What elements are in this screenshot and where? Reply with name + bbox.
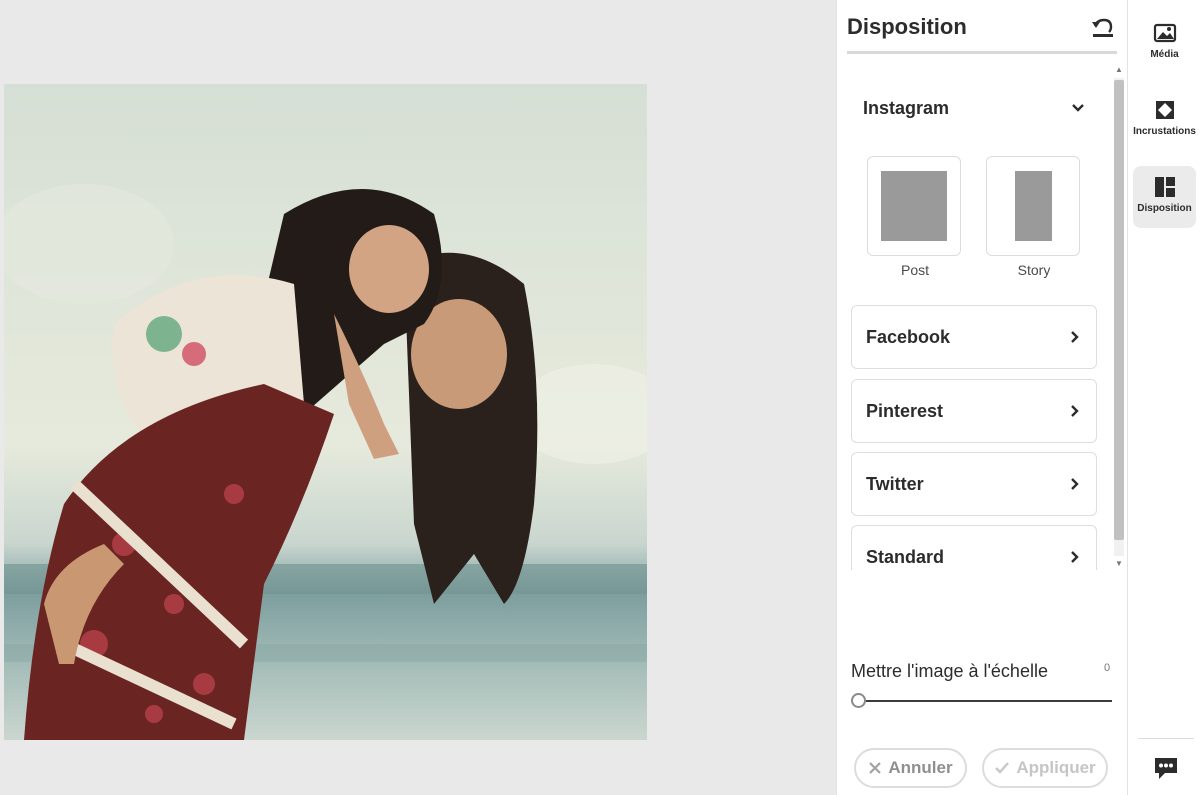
reset-icon[interactable]: [1091, 16, 1115, 40]
scale-value: 0: [1104, 662, 1111, 674]
cancel-label: Annuler: [888, 758, 953, 777]
chevron-right-icon: [1071, 551, 1079, 563]
canvas-workspace: [0, 0, 836, 795]
section-pinterest[interactable]: Pinterest: [851, 379, 1097, 443]
tool-overlays-label: Incrustations: [1133, 126, 1196, 137]
twitter-label: Twitter: [866, 473, 924, 494]
tool-media[interactable]: Média: [1133, 12, 1196, 74]
apply-button[interactable]: Appliquer: [982, 748, 1108, 788]
panel-scrollbar[interactable]: ▲ ▼: [1112, 64, 1126, 570]
tool-layout[interactable]: Disposition: [1133, 166, 1196, 228]
section-standard[interactable]: Standard: [851, 525, 1097, 570]
scroll-thumb[interactable]: [1114, 80, 1124, 540]
layout-options-list[interactable]: Instagram Post Story Facebook Pinterest …: [847, 64, 1127, 570]
apply-label: Appliquer: [1016, 758, 1096, 777]
image-icon: [1153, 23, 1176, 43]
format-post[interactable]: Post: [867, 156, 963, 286]
scroll-down-arrow[interactable]: ▼: [1114, 558, 1124, 570]
side-toolbar: Média Incrustations Disposition: [1127, 0, 1200, 795]
tool-media-label: Média: [1150, 49, 1179, 60]
tool-layout-label: Disposition: [1137, 203, 1192, 214]
check-icon: [995, 762, 1010, 774]
chevron-right-icon: [1071, 405, 1079, 417]
close-icon: [869, 762, 882, 774]
standard-label: Standard: [866, 546, 945, 567]
chevron-down-icon: [1072, 104, 1084, 112]
section-twitter[interactable]: Twitter: [851, 452, 1097, 516]
panel-title: Disposition: [847, 14, 967, 39]
toolbar-divider: [1138, 738, 1194, 739]
panel-header: Disposition: [847, 0, 1117, 54]
story-shape: [1015, 171, 1052, 241]
scale-label: Mettre l'image à l'échelle: [851, 661, 1048, 681]
post-shape: [881, 171, 947, 241]
pinterest-label: Pinterest: [866, 400, 944, 421]
post-preview: [867, 156, 961, 256]
section-facebook[interactable]: Facebook: [851, 305, 1097, 369]
chevron-right-icon: [1071, 331, 1079, 343]
photo-preview[interactable]: [4, 84, 647, 740]
instagram-formats: Post Story: [867, 156, 1087, 286]
story-preview: [986, 156, 1080, 256]
scroll-up-arrow[interactable]: ▲: [1114, 64, 1124, 76]
instagram-label: Instagram: [863, 97, 950, 118]
cancel-button[interactable]: Annuler: [854, 748, 967, 788]
format-story[interactable]: Story: [986, 156, 1082, 286]
instagram-section-header[interactable]: Instagram: [847, 78, 1101, 138]
format-post-label: Post: [900, 262, 929, 278]
tool-overlays[interactable]: Incrustations: [1133, 89, 1196, 151]
feedback-icon[interactable]: [1153, 755, 1179, 781]
chevron-right-icon: [1071, 478, 1079, 490]
overlays-icon: [1155, 101, 1174, 119]
scale-slider-thumb[interactable]: [851, 693, 866, 708]
scale-slider-track[interactable]: [858, 700, 1112, 702]
facebook-label: Facebook: [866, 326, 951, 347]
layout-icon: [1154, 177, 1175, 197]
format-story-label: Story: [1017, 262, 1051, 278]
